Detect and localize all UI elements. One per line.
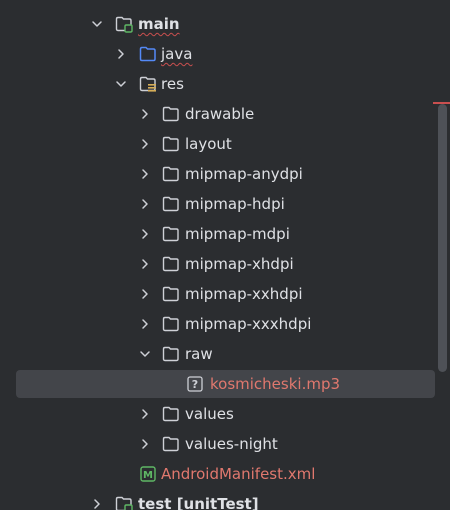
tree-row-folder[interactable]: mipmap-hdpi <box>0 189 450 219</box>
tree-label-mipmap-xxxhdpi: mipmap-xxxhdpi <box>185 315 312 333</box>
tree-label-raw: raw <box>185 345 213 363</box>
unknown-file-icon: ? <box>186 375 204 393</box>
tree-label-layout: layout <box>185 135 232 153</box>
chevron-right-icon[interactable] <box>138 227 152 241</box>
folder-icon <box>162 255 180 273</box>
tree-label-java: java <box>161 45 193 63</box>
tree-label-test: test [unitTest] <box>138 494 259 510</box>
chevron-right-icon[interactable] <box>138 437 152 451</box>
chevron-right-icon[interactable] <box>138 317 152 331</box>
tree-row-main[interactable]: main <box>0 9 450 39</box>
folder-icon <box>162 345 180 363</box>
project-tree-panel: main java res drawable layout mipmap-any… <box>0 0 450 510</box>
chevron-right-icon[interactable] <box>90 497 104 510</box>
clipped-top-row <box>0 0 450 6</box>
folder-icon <box>162 135 180 153</box>
tree-row-file-manifest[interactable]: M AndroidManifest.xml <box>0 459 450 489</box>
tree-label-main: main <box>138 15 180 33</box>
chevron-down-icon[interactable] <box>90 17 104 31</box>
folder-icon <box>162 405 180 423</box>
tree-label-test-name: test <box>138 495 172 510</box>
tree-row-folder[interactable]: mipmap-xhdpi <box>0 249 450 279</box>
tree-row-folder[interactable]: values <box>0 399 450 429</box>
tree-label-mipmap-mdpi: mipmap-mdpi <box>185 225 290 243</box>
tree-label-res: res <box>161 75 184 93</box>
chevron-right-icon[interactable] <box>138 257 152 271</box>
tree-label-kosmicheski: kosmicheski.mp3 <box>210 375 341 393</box>
tree-row-raw[interactable]: raw <box>0 339 450 369</box>
folder-icon <box>162 435 180 453</box>
module-folder-icon <box>115 15 133 33</box>
resource-folder-icon <box>139 75 157 93</box>
chevron-right-icon[interactable] <box>138 197 152 211</box>
folder-icon <box>162 195 180 213</box>
tree-row-folder[interactable]: values-night <box>0 429 450 459</box>
tree-row-res[interactable]: res <box>0 69 450 99</box>
folder-icon <box>162 165 180 183</box>
tree-row-folder[interactable]: drawable <box>0 99 450 129</box>
tree-row-test[interactable]: test [unitTest] <box>0 489 450 510</box>
tree-label-manifest: AndroidManifest.xml <box>161 465 316 483</box>
tree-row-folder[interactable]: mipmap-mdpi <box>0 219 450 249</box>
vertical-scrollbar[interactable] <box>438 104 447 372</box>
tree-label-values-night: values-night <box>185 435 278 453</box>
tree-label-values: values <box>185 405 234 423</box>
manifest-file-icon: M <box>139 465 157 483</box>
tree-label-mipmap-anydpi: mipmap-anydpi <box>185 165 303 183</box>
tree-label-test-suffix: [unitTest] <box>176 495 259 510</box>
folder-icon <box>162 315 180 333</box>
tree-row-java[interactable]: java <box>0 39 450 69</box>
tree-label-mipmap-xxhdpi: mipmap-xxhdpi <box>185 285 303 303</box>
tree-label-drawable: drawable <box>185 105 255 123</box>
tree-row-folder[interactable]: mipmap-xxxhdpi <box>0 309 450 339</box>
tree-row-folder[interactable]: mipmap-xxhdpi <box>0 279 450 309</box>
svg-text:M: M <box>143 470 153 481</box>
chevron-right-icon[interactable] <box>138 407 152 421</box>
tree-label-mipmap-xhdpi: mipmap-xhdpi <box>185 255 294 273</box>
folder-icon <box>162 105 180 123</box>
chevron-down-icon[interactable] <box>114 77 128 91</box>
folder-icon <box>162 285 180 303</box>
source-folder-icon <box>139 45 157 63</box>
chevron-right-icon[interactable] <box>138 287 152 301</box>
test-folder-icon <box>115 495 133 510</box>
tree-label-mipmap-hdpi: mipmap-hdpi <box>185 195 285 213</box>
svg-text:?: ? <box>192 378 198 391</box>
chevron-down-icon[interactable] <box>138 347 152 361</box>
tree-row-file-kosmicheski[interactable]: ? kosmicheski.mp3 <box>0 369 450 399</box>
tree-row-folder[interactable]: layout <box>0 129 450 159</box>
chevron-right-icon[interactable] <box>138 107 152 121</box>
chevron-right-icon[interactable] <box>114 47 128 61</box>
chevron-right-icon[interactable] <box>138 167 152 181</box>
tree-row-folder[interactable]: mipmap-anydpi <box>0 159 450 189</box>
chevron-right-icon[interactable] <box>138 137 152 151</box>
folder-icon <box>162 225 180 243</box>
